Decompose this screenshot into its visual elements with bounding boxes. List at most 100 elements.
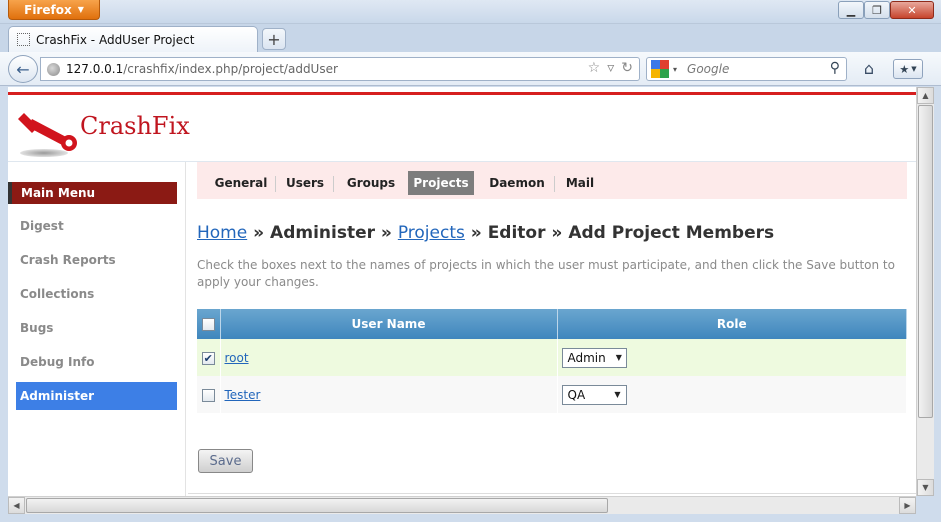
firefox-menu-label: Firefox (24, 2, 72, 17)
horizontal-scroll-thumb[interactable] (26, 498, 608, 513)
footer-divider (188, 493, 916, 494)
address-bar[interactable]: 127.0.0.1 /crashfix/index.php/project/ad… (40, 57, 640, 81)
close-window-button[interactable]: ✕ (890, 1, 934, 19)
search-bar[interactable]: ▾ Google ⚲ (646, 57, 847, 81)
sidebar-item-crash-reports[interactable]: Crash Reports (16, 246, 177, 274)
tab-mail[interactable]: Mail (560, 171, 600, 195)
tab-projects[interactable]: Projects (408, 171, 474, 195)
chevron-down-icon: ▼ (911, 65, 917, 73)
tab-separator (275, 176, 276, 192)
admin-tabs: General Users Groups Projects Daemon Mai… (197, 162, 907, 199)
row-check-cell (197, 376, 221, 413)
role-cell: Admin ▼ (557, 339, 907, 376)
row-check-cell: ✔ (197, 339, 221, 376)
user-link[interactable]: root (225, 351, 249, 365)
tab-daemon[interactable]: Daemon (484, 171, 550, 195)
breadcrumb-administer: Administer (270, 223, 375, 243)
tab-users[interactable]: Users (281, 171, 329, 195)
breadcrumb-projects-link[interactable]: Projects (398, 223, 465, 243)
role-cell: QA ▼ (557, 376, 907, 413)
sidebar-item-digest[interactable]: Digest (16, 212, 177, 240)
bookmarks-button[interactable]: ★ ▼ (893, 59, 923, 79)
role-select[interactable]: QA ▼ (561, 384, 627, 405)
scroll-up-icon[interactable]: ▲ (917, 87, 934, 104)
column-header-role[interactable]: Role (557, 309, 907, 339)
wrench-icon (18, 113, 77, 151)
tab-separator (333, 176, 334, 192)
vertical-scroll-thumb[interactable] (918, 105, 933, 418)
sidebar-item-debug-info[interactable]: Debug Info (16, 348, 177, 376)
breadcrumb-editor: Editor (487, 223, 546, 243)
tab-title: CrashFix - AddUser Project (36, 32, 195, 47)
home-icon: ⌂ (863, 59, 875, 78)
header-accent-line (8, 92, 916, 95)
save-button[interactable]: Save (198, 449, 253, 473)
window-bottom-edge (0, 514, 941, 522)
breadcrumb-separator: » (375, 223, 398, 243)
minimize-button[interactable]: ▁ (838, 1, 864, 19)
maximize-button[interactable]: ❐ (864, 1, 890, 19)
chevron-down-icon: ▼ (77, 5, 84, 14)
home-button[interactable]: ⌂ (858, 59, 880, 79)
user-link[interactable]: Tester (225, 388, 261, 402)
role-select-value: Admin (567, 350, 606, 365)
new-tab-button[interactable]: + (262, 28, 286, 50)
back-button[interactable]: ← (8, 55, 38, 83)
user-name-cell: root (220, 339, 558, 376)
sidebar-item-administer[interactable]: Administer (16, 382, 177, 410)
google-logo-icon (651, 60, 669, 78)
tab-general[interactable]: General (211, 171, 271, 195)
site-logo[interactable]: CrashFix (18, 109, 218, 159)
role-select[interactable]: Admin ▼ (561, 347, 627, 368)
breadcrumb-current: Add Project Members (568, 223, 775, 243)
role-select-value: QA (567, 387, 586, 402)
dropdown-arrow-icon[interactable]: ▿ (607, 60, 614, 76)
horizontal-scrollbar[interactable]: ◀ ▶ (8, 496, 916, 514)
breadcrumb-separator: » (247, 223, 271, 243)
scroll-down-icon[interactable]: ▼ (917, 479, 934, 496)
search-input[interactable]: Google (687, 62, 729, 76)
tab-separator (554, 176, 555, 192)
user-name-cell: Tester (220, 376, 558, 413)
window-titlebar: Firefox ▼ ▁ ❐ ✕ (0, 0, 941, 24)
browser-tab[interactable]: CrashFix - AddUser Project (8, 26, 258, 52)
plus-icon: + (267, 29, 281, 49)
instructions-text: Check the boxes next to the names of pro… (197, 258, 895, 289)
magnifier-icon[interactable]: ⚲ (830, 60, 840, 76)
globe-icon (47, 62, 60, 76)
vertical-scrollbar[interactable]: ▲ ▼ (916, 87, 934, 496)
engine-dropdown-icon[interactable]: ▾ (673, 65, 677, 74)
column-header-user-name[interactable]: User Name (220, 309, 558, 339)
logo-shadow (20, 149, 68, 157)
table-header-row: User Name Role (197, 309, 907, 339)
breadcrumb-separator: » (545, 223, 569, 243)
tab-groups[interactable]: Groups (339, 171, 403, 195)
member-checkbox[interactable] (201, 388, 215, 402)
minimize-icon: ▁ (846, 3, 856, 17)
reload-icon[interactable]: ↻ (621, 60, 633, 76)
logo-text: CrashFix (80, 112, 190, 140)
sidebar-item-bugs[interactable]: Bugs (16, 314, 177, 342)
sidebar: Main Menu Digest Crash Reports Collectio… (8, 162, 186, 496)
page-favicon-icon (17, 33, 30, 46)
select-all-header (197, 309, 221, 339)
bookmark-icon: ★ (899, 62, 910, 76)
restore-icon: ❐ (872, 3, 882, 17)
scroll-left-icon[interactable]: ◀ (8, 497, 25, 514)
breadcrumb-home-link[interactable]: Home (197, 223, 247, 243)
star-icon[interactable]: ☆ (588, 60, 601, 76)
scroll-right-icon[interactable]: ▶ (899, 497, 916, 514)
chevron-down-icon: ▼ (614, 390, 621, 399)
sidebar-item-collections[interactable]: Collections (16, 280, 177, 308)
navigation-toolbar: ← 127.0.0.1 /crashfix/index.php/project/… (0, 52, 941, 86)
member-checkbox[interactable]: ✔ (201, 351, 215, 365)
main-menu-header: Main Menu (8, 182, 177, 204)
select-all-checkbox[interactable] (201, 318, 215, 331)
url-path: /crashfix/index.php/project/addUser (123, 62, 338, 76)
table-row: ✔ root Admin ▼ (197, 339, 907, 376)
chevron-down-icon: ▼ (615, 353, 622, 362)
table-row: Tester QA ▼ (197, 376, 907, 413)
firefox-menu-button[interactable]: Firefox ▼ (8, 0, 100, 20)
breadcrumb-separator: » (464, 223, 488, 243)
close-icon: ✕ (907, 3, 917, 17)
